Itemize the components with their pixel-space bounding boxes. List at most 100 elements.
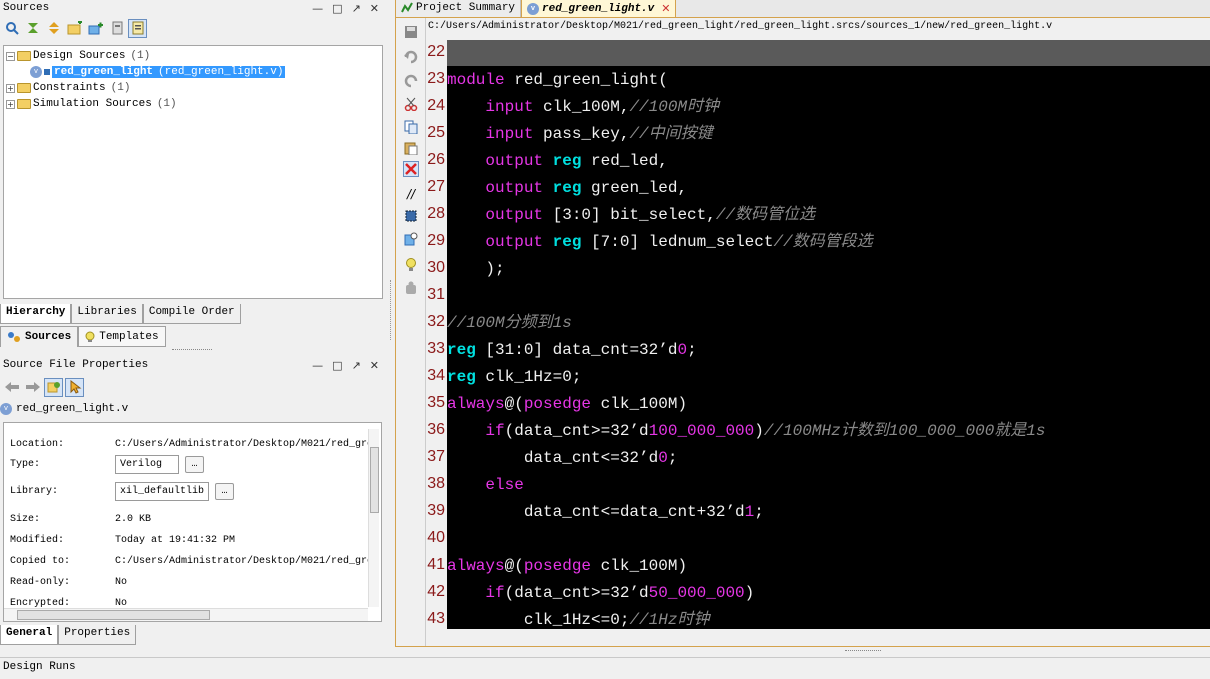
sources-window-buttons: — □ ↗ ✕	[312, 2, 387, 15]
code-text: data_cnt<=32’d	[523, 449, 659, 467]
scroll-thumb[interactable]	[370, 447, 379, 513]
expand-icon[interactable]: +	[6, 99, 15, 109]
number-literal: 50_000_000	[648, 584, 745, 602]
properties-file-name: red_green_light.v	[16, 403, 129, 415]
undo-icon[interactable]	[403, 49, 419, 65]
tab-red-green-light-v[interactable]: v red_green_light.v ✕	[521, 0, 677, 17]
collapse-icon[interactable]: −	[6, 51, 15, 61]
tab-sources[interactable]: Sources	[0, 326, 79, 347]
editor-tabs: Project Summary v red_green_light.v ✕	[396, 0, 1210, 18]
code-line-29: output reg [7:0] lednum_select//数码管段选	[447, 229, 873, 256]
library-field[interactable]: xil_defaultlib	[115, 482, 209, 501]
tab-hierarchy[interactable]: Hierarchy	[0, 304, 72, 324]
forward-arrow-icon[interactable]	[23, 378, 42, 397]
sources-toolbar	[0, 16, 387, 40]
delete-icon[interactable]	[403, 161, 419, 177]
close-tab-icon[interactable]: ✕	[661, 2, 670, 15]
maximize-icon[interactable]: □	[332, 2, 342, 15]
prop-row-size: Size: 2.0 KB	[10, 514, 151, 525]
left-column: Sources — □ ↗ ✕ − Design Sources (1) v r…	[0, 0, 387, 655]
expand-all-icon[interactable]	[44, 19, 63, 38]
folder-icon	[17, 83, 31, 93]
tab-compile-order[interactable]: Compile Order	[142, 304, 241, 324]
code-text: [3:0] bit_select,	[543, 206, 716, 224]
type-keyword: reg	[552, 179, 582, 197]
verilog-file-icon: v	[0, 403, 12, 415]
collapse-all-icon[interactable]	[23, 19, 42, 38]
keyword: module	[447, 71, 505, 89]
code-line-41: always@(posedge clk_100M)	[447, 553, 687, 580]
code-area[interactable]: module red_green_light( input clk_100M,/…	[447, 40, 1210, 629]
tab-general[interactable]: General	[0, 625, 59, 645]
auto-update-icon[interactable]	[44, 377, 63, 397]
type-keyword: reg	[447, 341, 476, 359]
code-line-24: input clk_100M,//100M时钟	[447, 94, 719, 121]
file-properties-icon[interactable]	[107, 19, 126, 38]
code-line-38: else	[447, 472, 523, 499]
block-select-icon[interactable]	[403, 208, 419, 224]
properties-window-buttons: — □ ↗ ✕	[312, 359, 387, 372]
copy-icon[interactable]	[403, 119, 419, 135]
keyword: input	[485, 98, 534, 116]
code-text: [7:0] lednum_select	[581, 233, 774, 251]
scroll-thumb[interactable]	[17, 610, 210, 620]
code-line-33: reg [31:0] data_cnt=32’d0;	[447, 337, 697, 364]
add-sources-icon[interactable]	[65, 19, 84, 38]
tab-templates[interactable]: Templates	[78, 326, 166, 347]
tree-item-label: Simulation Sources	[33, 98, 152, 110]
expand-icon[interactable]: +	[6, 83, 15, 93]
properties-vertical-scrollbar[interactable]	[368, 429, 379, 607]
tab-project-summary[interactable]: Project Summary	[396, 0, 522, 17]
float-icon[interactable]: ↗	[352, 359, 361, 372]
show-hierarchy-icon[interactable]	[128, 18, 147, 38]
tree-item-simulation-sources[interactable]: + Simulation Sources (1)	[4, 96, 382, 112]
splitter-grip[interactable]	[390, 280, 392, 340]
tab-libraries[interactable]: Libraries	[71, 304, 143, 324]
lightbulb-icon[interactable]	[403, 257, 419, 273]
vertical-splitter[interactable]	[387, 0, 395, 655]
puzzle-icon[interactable]	[403, 280, 419, 296]
prop-row-read-only: Read-only: No	[10, 577, 127, 588]
number-literal: 0	[658, 449, 668, 467]
sources-bottom-tabs: Sources Templates	[0, 326, 166, 347]
line-number: 36	[427, 421, 445, 438]
splitter-grip[interactable]	[172, 349, 212, 352]
paste-icon[interactable]	[403, 140, 419, 156]
library-browse-button[interactable]: …	[215, 483, 234, 500]
horizontal-splitter[interactable]	[0, 647, 1210, 655]
type-browse-button[interactable]: …	[185, 456, 204, 473]
line-number: 26	[427, 151, 445, 168]
redo-icon[interactable]	[403, 73, 419, 89]
insert-template-icon[interactable]	[403, 231, 419, 247]
view-tabs: Hierarchy Libraries Compile Order	[0, 304, 241, 324]
save-icon[interactable]	[403, 24, 419, 40]
properties-horizontal-scrollbar[interactable]	[4, 608, 368, 621]
tree-item-red-green-light[interactable]: v red_green_light (red_green_light.v)	[4, 64, 382, 80]
back-arrow-icon[interactable]	[2, 378, 21, 397]
close-icon[interactable]: ✕	[370, 2, 379, 15]
add-module-icon[interactable]	[86, 19, 105, 38]
prop-label: Size:	[10, 514, 41, 525]
float-icon[interactable]: ↗	[352, 2, 361, 15]
comment-icon[interactable]: //	[403, 186, 419, 202]
comment: //数码管段选	[773, 233, 873, 251]
cut-icon[interactable]	[403, 96, 419, 112]
minimize-icon[interactable]: —	[312, 2, 323, 15]
tree-item-design-sources[interactable]: − Design Sources (1)	[4, 48, 382, 64]
close-icon[interactable]: ✕	[370, 359, 379, 372]
code-line-28: output [3:0] bit_select,//数码管位选	[447, 202, 815, 229]
select-pointer-icon[interactable]	[65, 377, 84, 397]
code-line-43: clk_1Hz<=0;//1Hz时钟	[447, 607, 710, 629]
maximize-icon[interactable]: □	[332, 359, 342, 372]
tab-properties[interactable]: Properties	[58, 625, 137, 645]
type-field[interactable]: Verilog	[115, 455, 179, 474]
prop-row-modified: Modified: Today at 19:41:32 PM	[10, 535, 235, 546]
selected-module[interactable]: red_green_light (red_green_light.v)	[52, 66, 286, 78]
tree-item-constraints[interactable]: + Constraints (1)	[4, 80, 382, 96]
splitter-grip[interactable]	[845, 650, 881, 651]
search-icon[interactable]	[2, 19, 21, 38]
design-runs-panel[interactable]: Design Runs	[0, 657, 1210, 679]
prop-row-library: Library: xil_defaultlib …	[10, 482, 234, 501]
type-keyword: reg	[552, 233, 582, 251]
minimize-icon[interactable]: —	[312, 359, 323, 372]
